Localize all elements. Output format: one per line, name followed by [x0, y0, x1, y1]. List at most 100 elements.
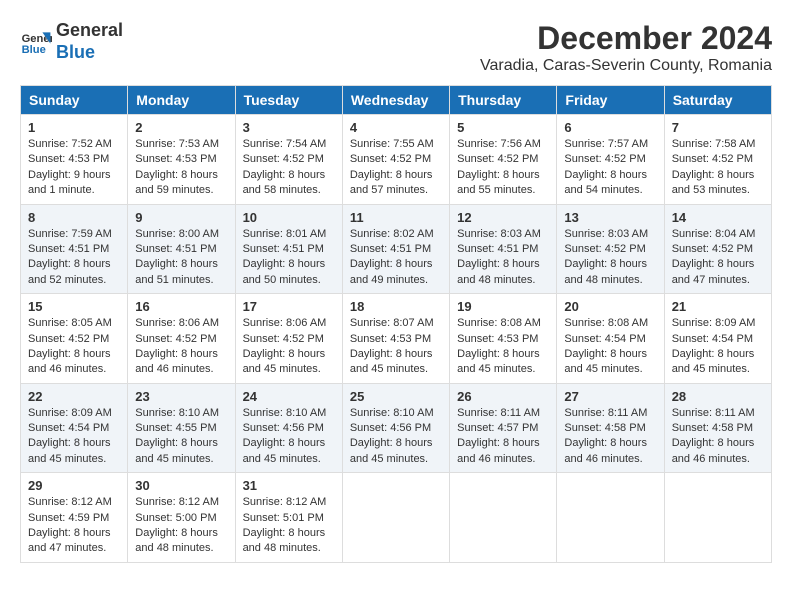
day-info: Sunrise: 8:06 AM Sunset: 4:52 PM Dayligh…: [135, 316, 227, 378]
calendar-cell: 9 Sunrise: 8:00 AM Sunset: 4:51 PM Dayli…: [128, 204, 235, 294]
sunrise-label: Sunrise: 8:02 AM: [350, 228, 434, 240]
sunset-label: Sunset: 4:52 PM: [672, 153, 753, 165]
header-friday: Friday: [557, 86, 664, 115]
day-number: 25: [350, 389, 442, 404]
sunrise-label: Sunrise: 8:10 AM: [243, 407, 327, 419]
day-info: Sunrise: 8:09 AM Sunset: 4:54 PM Dayligh…: [28, 406, 120, 468]
day-number: 26: [457, 389, 549, 404]
sunrise-label: Sunrise: 7:58 AM: [672, 138, 756, 150]
sunrise-label: Sunrise: 8:01 AM: [243, 228, 327, 240]
calendar-cell: [557, 473, 664, 563]
calendar-cell: [342, 473, 449, 563]
calendar-cell: 8 Sunrise: 7:59 AM Sunset: 4:51 PM Dayli…: [21, 204, 128, 294]
sunset-label: Sunset: 4:52 PM: [564, 243, 645, 255]
sunrise-label: Sunrise: 7:56 AM: [457, 138, 541, 150]
day-number: 13: [564, 210, 656, 225]
sunrise-label: Sunrise: 8:00 AM: [135, 228, 219, 240]
day-number: 29: [28, 478, 120, 493]
daylight-label: Daylight: 8 hours and 47 minutes.: [672, 258, 755, 285]
sunset-label: Sunset: 4:52 PM: [457, 153, 538, 165]
daylight-label: Daylight: 8 hours and 54 minutes.: [564, 169, 647, 196]
daylight-label: Daylight: 8 hours and 52 minutes.: [28, 258, 111, 285]
day-number: 16: [135, 299, 227, 314]
subtitle: Varadia, Caras-Severin County, Romania: [480, 57, 772, 75]
calendar-cell: 23 Sunrise: 8:10 AM Sunset: 4:55 PM Dayl…: [128, 383, 235, 473]
sunset-label: Sunset: 4:53 PM: [457, 333, 538, 345]
sunset-label: Sunset: 4:51 PM: [350, 243, 431, 255]
sunset-label: Sunset: 4:52 PM: [135, 333, 216, 345]
day-number: 5: [457, 120, 549, 135]
sunset-label: Sunset: 4:56 PM: [243, 422, 324, 434]
day-info: Sunrise: 7:59 AM Sunset: 4:51 PM Dayligh…: [28, 227, 120, 289]
sunset-label: Sunset: 4:51 PM: [457, 243, 538, 255]
daylight-label: Daylight: 8 hours and 46 minutes.: [672, 437, 755, 464]
sunrise-label: Sunrise: 8:09 AM: [672, 317, 756, 329]
calendar-cell: 29 Sunrise: 8:12 AM Sunset: 4:59 PM Dayl…: [21, 473, 128, 563]
daylight-label: Daylight: 8 hours and 53 minutes.: [672, 169, 755, 196]
day-number: 19: [457, 299, 549, 314]
calendar-cell: 11 Sunrise: 8:02 AM Sunset: 4:51 PM Dayl…: [342, 204, 449, 294]
sunrise-label: Sunrise: 7:52 AM: [28, 138, 112, 150]
sunrise-label: Sunrise: 8:06 AM: [135, 317, 219, 329]
calendar-cell: 26 Sunrise: 8:11 AM Sunset: 4:57 PM Dayl…: [450, 383, 557, 473]
sunrise-label: Sunrise: 7:55 AM: [350, 138, 434, 150]
day-info: Sunrise: 8:10 AM Sunset: 4:56 PM Dayligh…: [243, 406, 335, 468]
sunrise-label: Sunrise: 8:08 AM: [457, 317, 541, 329]
sunrise-label: Sunrise: 7:57 AM: [564, 138, 648, 150]
day-number: 21: [672, 299, 764, 314]
day-info: Sunrise: 7:57 AM Sunset: 4:52 PM Dayligh…: [564, 137, 656, 199]
day-info: Sunrise: 8:04 AM Sunset: 4:52 PM Dayligh…: [672, 227, 764, 289]
sunset-label: Sunset: 4:51 PM: [135, 243, 216, 255]
calendar-cell: 22 Sunrise: 8:09 AM Sunset: 4:54 PM Dayl…: [21, 383, 128, 473]
sunset-label: Sunset: 4:51 PM: [28, 243, 109, 255]
header-saturday: Saturday: [664, 86, 771, 115]
day-number: 7: [672, 120, 764, 135]
sunset-label: Sunset: 4:52 PM: [28, 333, 109, 345]
daylight-label: Daylight: 8 hours and 55 minutes.: [457, 169, 540, 196]
header-monday: Monday: [128, 86, 235, 115]
daylight-label: Daylight: 8 hours and 45 minutes.: [243, 348, 326, 375]
calendar-cell: 15 Sunrise: 8:05 AM Sunset: 4:52 PM Dayl…: [21, 294, 128, 384]
calendar-cell: 10 Sunrise: 8:01 AM Sunset: 4:51 PM Dayl…: [235, 204, 342, 294]
calendar-cell: 13 Sunrise: 8:03 AM Sunset: 4:52 PM Dayl…: [557, 204, 664, 294]
logo-blue: Blue: [56, 42, 123, 64]
day-info: Sunrise: 8:11 AM Sunset: 4:57 PM Dayligh…: [457, 406, 549, 468]
sunrise-label: Sunrise: 7:59 AM: [28, 228, 112, 240]
sunset-label: Sunset: 4:56 PM: [350, 422, 431, 434]
calendar-cell: 31 Sunrise: 8:12 AM Sunset: 5:01 PM Dayl…: [235, 473, 342, 563]
daylight-label: Daylight: 8 hours and 58 minutes.: [243, 169, 326, 196]
calendar-cell: 14 Sunrise: 8:04 AM Sunset: 4:52 PM Dayl…: [664, 204, 771, 294]
day-info: Sunrise: 8:06 AM Sunset: 4:52 PM Dayligh…: [243, 316, 335, 378]
day-info: Sunrise: 7:56 AM Sunset: 4:52 PM Dayligh…: [457, 137, 549, 199]
logo: General Blue General Blue General Blue: [20, 20, 123, 63]
sunrise-label: Sunrise: 8:07 AM: [350, 317, 434, 329]
day-number: 14: [672, 210, 764, 225]
calendar-cell: [664, 473, 771, 563]
week-row-1: 1 Sunrise: 7:52 AM Sunset: 4:53 PM Dayli…: [21, 115, 772, 205]
day-number: 6: [564, 120, 656, 135]
header-sunday: Sunday: [21, 86, 128, 115]
sunrise-label: Sunrise: 8:04 AM: [672, 228, 756, 240]
day-info: Sunrise: 8:03 AM Sunset: 4:51 PM Dayligh…: [457, 227, 549, 289]
sunset-label: Sunset: 4:52 PM: [672, 243, 753, 255]
daylight-label: Daylight: 8 hours and 46 minutes.: [135, 348, 218, 375]
calendar-cell: 17 Sunrise: 8:06 AM Sunset: 4:52 PM Dayl…: [235, 294, 342, 384]
sunrise-label: Sunrise: 8:03 AM: [564, 228, 648, 240]
daylight-label: Daylight: 8 hours and 45 minutes.: [350, 437, 433, 464]
calendar-header-row: SundayMondayTuesdayWednesdayThursdayFrid…: [21, 86, 772, 115]
sunset-label: Sunset: 4:54 PM: [672, 333, 753, 345]
day-info: Sunrise: 8:12 AM Sunset: 5:01 PM Dayligh…: [243, 495, 335, 557]
daylight-label: Daylight: 9 hours and 1 minute.: [28, 169, 111, 196]
calendar-cell: 7 Sunrise: 7:58 AM Sunset: 4:52 PM Dayli…: [664, 115, 771, 205]
sunrise-label: Sunrise: 8:11 AM: [672, 407, 755, 419]
day-number: 12: [457, 210, 549, 225]
sunset-label: Sunset: 4:59 PM: [28, 512, 109, 524]
week-row-5: 29 Sunrise: 8:12 AM Sunset: 4:59 PM Dayl…: [21, 473, 772, 563]
calendar-cell: [450, 473, 557, 563]
sunrise-label: Sunrise: 8:10 AM: [135, 407, 219, 419]
calendar-cell: 25 Sunrise: 8:10 AM Sunset: 4:56 PM Dayl…: [342, 383, 449, 473]
sunset-label: Sunset: 5:00 PM: [135, 512, 216, 524]
daylight-label: Daylight: 8 hours and 51 minutes.: [135, 258, 218, 285]
sunrise-label: Sunrise: 8:06 AM: [243, 317, 327, 329]
calendar-cell: 6 Sunrise: 7:57 AM Sunset: 4:52 PM Dayli…: [557, 115, 664, 205]
